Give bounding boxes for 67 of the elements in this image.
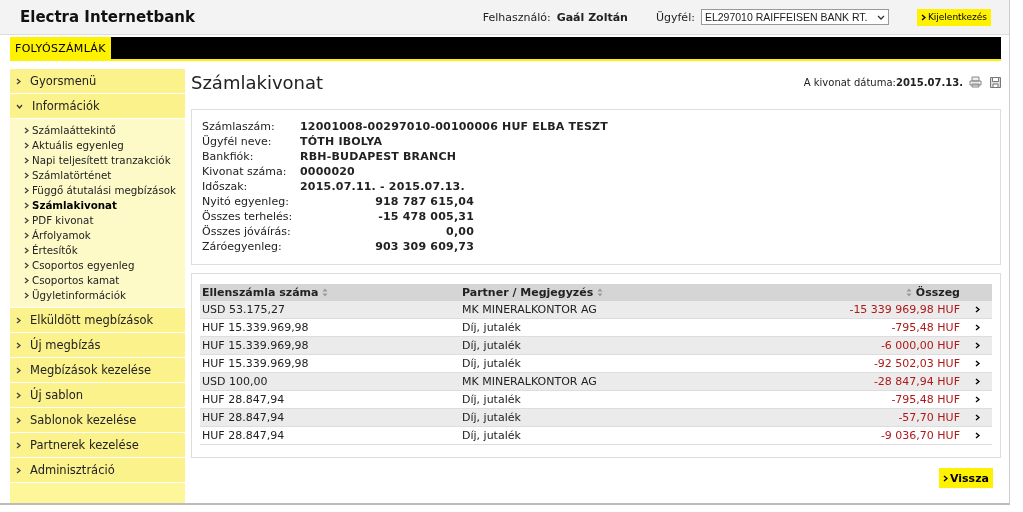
table-cell: HUF 15.339.969,98 (200, 354, 460, 373)
field-value: 12001008-00297010-00100006 HUF ELBA TESZT (300, 120, 608, 134)
logout-button[interactable]: Kijelentkezés (916, 8, 991, 26)
nav-tab[interactable]: FOLYÓSZÁMLÁK (10, 37, 111, 59)
table-cell: HUF 28.847,94 (200, 426, 460, 445)
field-label: Ügyfél neve: (202, 135, 273, 149)
field-value: 2015.07.11. - 2015.07.13. (300, 180, 466, 194)
client-label: Ügyfél: (655, 10, 695, 24)
field-value: 903 309 609,73 (374, 240, 474, 254)
column-header[interactable]: Ellenszámla száma (200, 284, 460, 301)
submenu-item[interactable]: Függő átutalási megbízások (24, 183, 185, 198)
back-button[interactable]: Vissza (939, 468, 993, 488)
field-label: Kivonat száma: (202, 165, 288, 179)
submenu-item[interactable]: Számlakivonat (24, 198, 185, 213)
field-label: Számlaszám: (202, 120, 276, 134)
sidebar-item[interactable]: Gyorsmenü (10, 69, 185, 94)
submenu-item[interactable]: Ügyletinformációk (24, 288, 185, 303)
table-cell: HUF 15.339.969,98 (200, 318, 460, 337)
field-label: Összes terhelés: (202, 210, 294, 224)
statement-date: A kivonat dátuma:2015.07.13. (803, 76, 963, 88)
amount-cell: -15 339 969,98 HUF (740, 301, 962, 319)
amount-cell: -795,48 HUF (740, 390, 962, 409)
submenu-item[interactable]: Csoportos kamat (24, 273, 185, 288)
sidebar-item[interactable]: Új sablon (10, 383, 185, 408)
app-title: Electra Internetbank (20, 8, 196, 26)
sidebar-item[interactable]: Információk (10, 94, 185, 119)
submenu-item[interactable]: Árfolyamok (24, 228, 185, 243)
field-value: TÓTH IBOLYA (300, 135, 384, 149)
amount-cell: -92 502,03 HUF (740, 354, 962, 373)
column-header[interactable]: Összeg (740, 284, 962, 301)
user-name: Gaál Zoltán (556, 10, 628, 24)
sidebar-item[interactable]: Partnerek kezelése (10, 433, 185, 458)
sidebar-item[interactable]: Elküldött megbízások (10, 308, 185, 333)
submenu-item[interactable]: PDF kivonat (24, 213, 185, 228)
field-label: Nyitó egyenleg: (202, 195, 290, 209)
table-cell: MK MINERALKONTOR AG (460, 301, 741, 319)
submenu-item[interactable]: Aktuális egyenleg (24, 138, 185, 153)
column-header[interactable]: Partner / Megjegyzés (460, 284, 741, 301)
submenu-item[interactable]: Számlatörténet (24, 168, 185, 183)
client-dropdown[interactable]: EL297010 RAIFFEISEN BANK RT. (700, 9, 889, 25)
field-value: 0000020 (300, 165, 356, 179)
table-cell: Díj, jutalék (460, 426, 741, 445)
field-value: -15 478 005,31 (377, 210, 474, 224)
table-cell: Díj, jutalék (460, 390, 741, 409)
table-cell: Díj, jutalék (460, 354, 741, 373)
submenu-item[interactable]: Csoportos egyenleg (24, 258, 185, 273)
sidebar-item[interactable]: Új megbízás (10, 333, 185, 358)
field-label: Összes jóváírás: (202, 225, 292, 239)
field-value: RBH-BUDAPEST BRANCH (300, 150, 458, 164)
submenu-item[interactable]: Értesítők (24, 243, 185, 258)
table-cell: HUF 28.847,94 (200, 390, 460, 409)
sidebar-item[interactable]: Megbízások kezelése (10, 358, 185, 383)
field-value: 0,00 (445, 225, 474, 239)
field-label: Bankfiók: (202, 150, 255, 164)
amount-cell: -9 036,70 HUF (740, 426, 962, 445)
table-cell: USD 53.175,27 (200, 301, 460, 319)
submenu-item[interactable]: Napi teljesített tranzakciók (24, 153, 185, 168)
amount-cell: -795,48 HUF (740, 318, 962, 337)
sidebar-item[interactable]: Sablonok kezelése (10, 408, 185, 433)
field-value: 918 787 615,04 (374, 195, 474, 209)
page-title: Számlakivonat (191, 71, 325, 93)
field-label: Záróegyenleg: (202, 240, 283, 254)
table-cell: Díj, jutalék (460, 318, 741, 337)
field-label: Időszak: (202, 180, 249, 194)
submenu-item[interactable]: Számlaáttekintő (24, 123, 185, 138)
sidebar-item[interactable]: Adminisztráció (10, 458, 185, 483)
user-label: Felhasználó: (482, 10, 551, 24)
